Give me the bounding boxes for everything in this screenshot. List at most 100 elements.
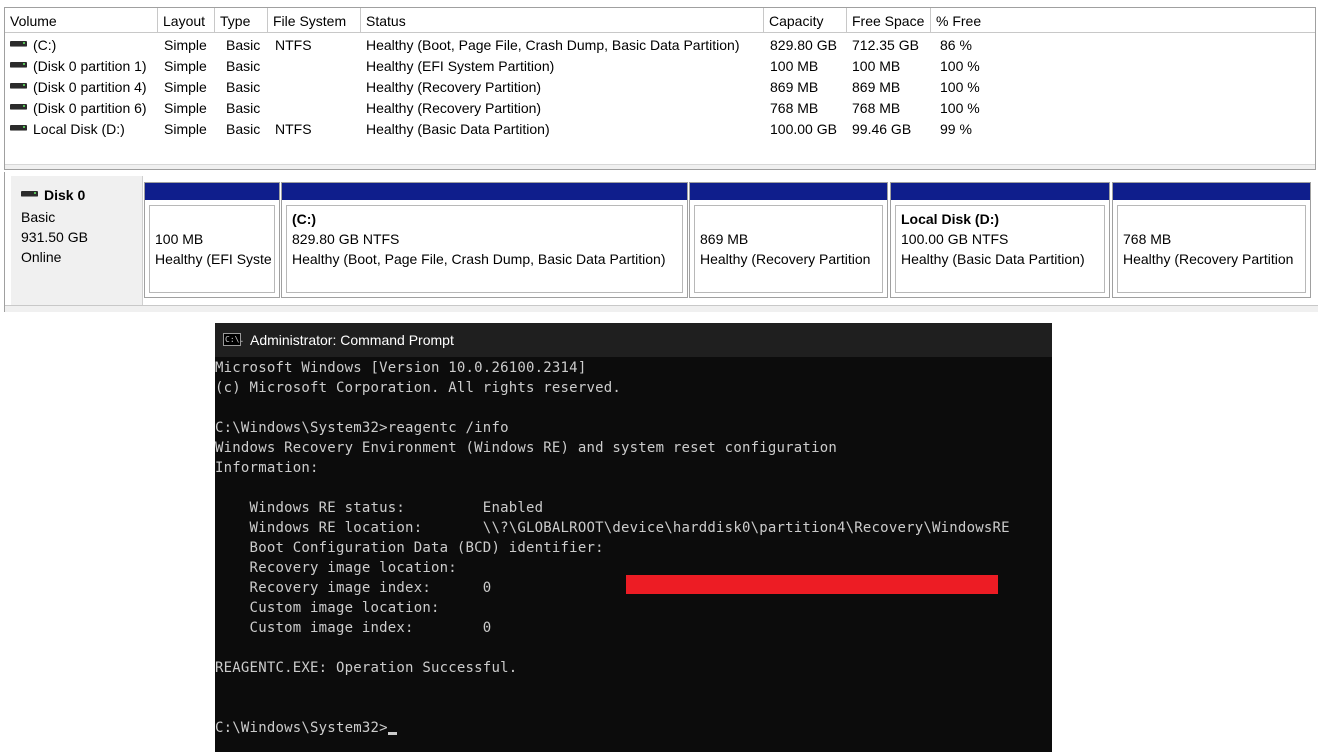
free-space-cell: 100 MB (852, 58, 901, 74)
percent-free-cell: 100 % (940, 100, 980, 116)
partition-body: 100 MB Healthy (EFI Syste (149, 205, 275, 293)
command-prompt-icon: C:\. (223, 333, 245, 346)
partition-efi[interactable]: 100 MB Healthy (EFI Syste (144, 182, 280, 298)
status-cell: Healthy (Basic Data Partition) (366, 121, 550, 137)
column-header-layout[interactable]: Layout (158, 8, 215, 32)
volume-row[interactable]: (Disk 0 partition 6) Simple Basic Health… (5, 98, 1315, 119)
free-space-cell: 99.46 GB (852, 121, 912, 137)
column-header-volume[interactable]: Volume (5, 8, 158, 32)
drive-icon (10, 83, 27, 90)
partition-status: Healthy (Recovery Partition (1123, 251, 1294, 267)
console-line: Custom image location: (215, 600, 440, 616)
disk-name: Disk 0 (21, 187, 85, 203)
console-output[interactable]: Microsoft Windows [Version 10.0.26100.23… (215, 358, 1052, 752)
percent-free-cell: 100 % (940, 79, 980, 95)
column-header-percent-free[interactable]: % Free (931, 8, 1313, 32)
volume-row[interactable]: (C:) Simple Basic NTFS Healthy (Boot, Pa… (5, 35, 1315, 56)
console-line: Information: (215, 460, 319, 476)
layout-cell: Simple (164, 79, 207, 95)
file-system-cell: NTFS (275, 37, 312, 53)
type-cell: Basic (226, 121, 261, 137)
free-space-cell: 869 MB (852, 79, 901, 95)
partition-size: 100 MB (155, 231, 204, 247)
prompt-text: C:\Windows\System32> (215, 720, 388, 736)
drive-icon (10, 104, 27, 111)
partition-recovery-4[interactable]: 869 MB Healthy (Recovery Partition (689, 182, 888, 298)
cmd-title-bar[interactable]: C:\. Administrator: Command Prompt (215, 323, 1052, 357)
partition-bar (145, 183, 279, 200)
drive-icon (10, 62, 27, 69)
capacity-cell: 768 MB (770, 100, 819, 116)
capacity-cell: 829.80 GB (770, 37, 837, 53)
percent-free-cell: 100 % (940, 58, 980, 74)
disk-map-scrollbar[interactable] (5, 305, 1318, 312)
column-header-free-space[interactable]: Free Space (847, 8, 931, 32)
console-line: (c) Microsoft Corporation. All rights re… (215, 380, 622, 396)
type-cell: Basic (226, 37, 261, 53)
console-line: Microsoft Windows [Version 10.0.26100.23… (215, 360, 587, 376)
partition-d[interactable]: Local Disk (D:) 100.00 GB NTFS Healthy (… (890, 182, 1110, 298)
partition-status: Healthy (Boot, Page File, Crash Dump, Ba… (292, 251, 666, 267)
console-prompt-line: C:\Windows\System32> (215, 718, 397, 738)
column-header-file-system[interactable]: File System (268, 8, 361, 32)
disk-size: 931.50 GB (21, 229, 88, 245)
partition-bar (282, 183, 687, 200)
redaction-bar (626, 575, 998, 594)
partition-bar (891, 183, 1109, 200)
disk-icon (21, 191, 38, 198)
window-title: Administrator: Command Prompt (250, 332, 454, 348)
volume-cell: Local Disk (D:) (10, 119, 125, 140)
status-cell: Healthy (Recovery Partition) (366, 79, 542, 95)
layout-cell: Simple (164, 58, 207, 74)
volume-list-splitter[interactable] (5, 164, 1315, 169)
drive-icon (10, 41, 27, 48)
console-line: Custom image index: 0 (215, 620, 492, 636)
volume-row[interactable]: (Disk 0 partition 4) Simple Basic Health… (5, 77, 1315, 98)
partition-body: 768 MB Healthy (Recovery Partition (1117, 205, 1306, 293)
type-cell: Basic (226, 79, 261, 95)
layout-cell: Simple (164, 100, 207, 116)
free-space-cell: 768 MB (852, 100, 901, 116)
console-line: C:\Windows\System32>reagentc /info (215, 420, 509, 436)
capacity-cell: 100.00 GB (770, 121, 837, 137)
partition-size: 829.80 GB NTFS (292, 231, 400, 247)
layout-cell: Simple (164, 37, 207, 53)
partition-size: 768 MB (1123, 231, 1172, 247)
volume-cell: (Disk 0 partition 4) (10, 77, 147, 98)
partition-bar (1113, 183, 1310, 200)
partition-body: 869 MB Healthy (Recovery Partition (694, 205, 883, 293)
percent-free-cell: 99 % (940, 121, 972, 137)
command-prompt-window[interactable]: C:\. Administrator: Command Prompt Micro… (215, 323, 1052, 752)
volume-list-header: Volume Layout Type File System Status Ca… (5, 8, 1315, 33)
column-header-capacity[interactable]: Capacity (764, 8, 847, 32)
console-line: Recovery image index: 0 (215, 580, 492, 596)
drive-icon (10, 125, 27, 132)
disk-type: Basic (21, 209, 56, 225)
partition-size: 869 MB (700, 231, 749, 247)
column-header-type[interactable]: Type (215, 8, 268, 32)
type-cell: Basic (226, 58, 261, 74)
status-cell: Healthy (Boot, Page File, Crash Dump, Ba… (366, 37, 740, 53)
console-line: Windows RE status: Enabled (215, 500, 544, 516)
partition-recovery-6[interactable]: 768 MB Healthy (Recovery Partition (1112, 182, 1311, 298)
disk-map: Disk 0 Basic 931.50 GB Online 100 MB Hea… (4, 172, 1318, 312)
partition-status: Healthy (Recovery Partition (700, 251, 871, 267)
capacity-cell: 100 MB (770, 58, 819, 74)
capacity-cell: 869 MB (770, 79, 819, 95)
file-system-cell: NTFS (275, 121, 312, 137)
partition-title: (C:) (292, 211, 317, 227)
disk-info[interactable]: Disk 0 Basic 931.50 GB Online (11, 176, 143, 306)
volume-row[interactable]: Local Disk (D:) Simple Basic NTFS Health… (5, 119, 1315, 140)
text-cursor (387, 732, 397, 735)
console-line: Recovery image location: (215, 560, 457, 576)
layout-cell: Simple (164, 121, 207, 137)
partition-status: Healthy (Basic Data Partition) (901, 251, 1085, 267)
partition-bar (690, 183, 887, 200)
volume-row[interactable]: (Disk 0 partition 1) Simple Basic Health… (5, 56, 1315, 77)
status-cell: Healthy (Recovery Partition) (366, 100, 542, 116)
column-header-status[interactable]: Status (361, 8, 764, 32)
volume-cell: (Disk 0 partition 1) (10, 56, 147, 77)
volume-list: Volume Layout Type File System Status Ca… (4, 7, 1316, 170)
partition-c[interactable]: (C:) 829.80 GB NTFS Healthy (Boot, Page … (281, 182, 688, 298)
percent-free-cell: 86 % (940, 37, 972, 53)
